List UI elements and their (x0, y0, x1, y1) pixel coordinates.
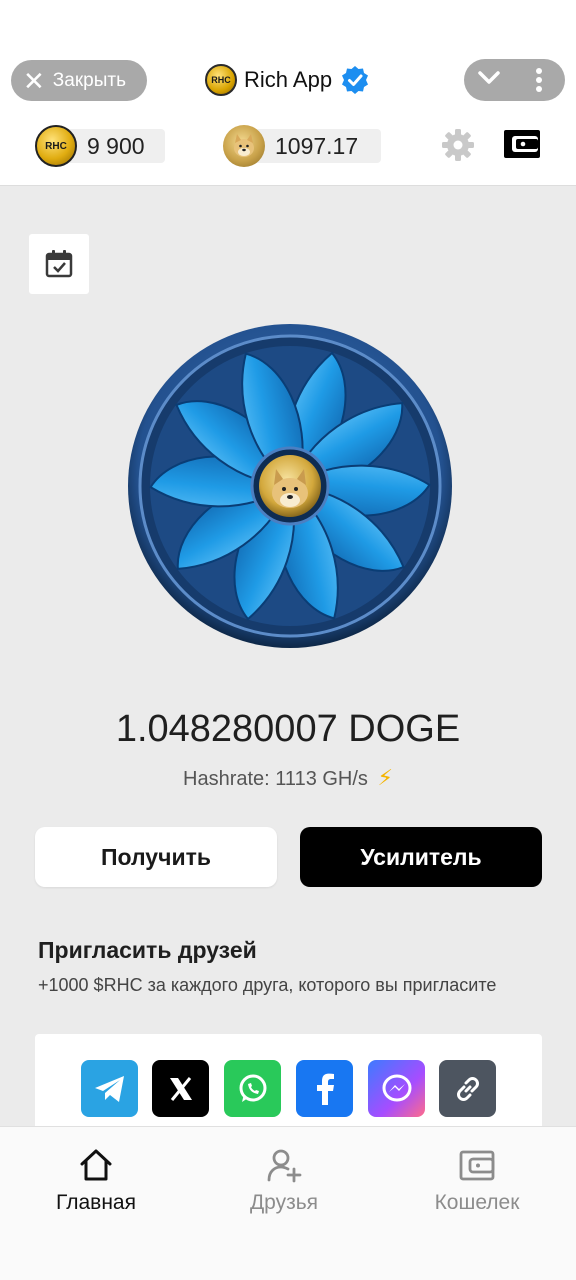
doge-coin-icon (223, 125, 265, 167)
menu-controls (464, 59, 565, 101)
wallet-icon[interactable] (503, 127, 541, 161)
doge-balance: 1097.17 (223, 125, 381, 167)
bottom-nav: Главная Друзья Кошелек (0, 1126, 576, 1280)
rhc-balance: RHC 9 900 (35, 125, 165, 167)
nav-item-wallet[interactable]: Кошелек (381, 1127, 573, 1247)
rhc-coin-icon: RHC (35, 125, 77, 167)
settings-gear-icon[interactable] (440, 127, 476, 163)
home-icon (80, 1149, 112, 1181)
nav-item-home[interactable]: Главная (0, 1127, 192, 1247)
hashrate: Hashrate: 1113 GH/s ⚡ (0, 765, 576, 791)
nav-label-friends: Друзья (249, 1191, 319, 1214)
share-card (35, 1034, 542, 1134)
x-share-icon[interactable] (152, 1060, 209, 1117)
add-friend-icon (267, 1149, 302, 1183)
boost-button[interactable]: Усилитель (300, 827, 542, 887)
calendar-check-icon (45, 250, 73, 278)
lightning-icon: ⚡ (377, 765, 393, 790)
invite-subtitle: +1000 $RHC за каждого друга, которого вы… (38, 975, 497, 995)
app-logo: RHC (205, 64, 237, 96)
invite-title: Пригласить друзей (38, 937, 257, 963)
mined-amount: 1.048280007 DOGE (115, 708, 461, 750)
app-title: RHC Rich App (205, 62, 370, 98)
facebook-share-icon[interactable] (296, 1060, 353, 1117)
close-icon: ✕ (23, 65, 45, 96)
nav-label-wallet: Кошелек (434, 1191, 520, 1214)
app-name: Rich App (244, 67, 333, 92)
claim-button[interactable]: Получить (35, 827, 277, 887)
nav-item-friends[interactable]: Друзья (188, 1127, 380, 1247)
whatsapp-share-icon[interactable] (224, 1060, 281, 1117)
nav-label-home: Главная (56, 1191, 136, 1214)
copy-link-icon[interactable] (439, 1060, 496, 1117)
verified-badge-icon (342, 66, 369, 94)
chevron-down-icon[interactable] (464, 70, 514, 91)
close-button[interactable]: ✕ Закрыть (11, 60, 147, 101)
doge-balance-value: 1097.17 (275, 133, 359, 159)
hashrate-text: Hashrate: 1113 GH/s (183, 768, 368, 790)
close-label: Закрыть (52, 69, 126, 91)
rhc-balance-value: 9 900 (87, 133, 145, 159)
top-bar: ✕ Закрыть RHC Rich App RHC 9 900 1097.17 (0, 0, 576, 186)
telegram-share-icon[interactable] (81, 1060, 138, 1117)
more-options-icon[interactable] (514, 67, 564, 93)
daily-calendar-button[interactable] (29, 234, 89, 294)
wallet-nav-icon (459, 1150, 495, 1181)
messenger-share-icon[interactable] (368, 1060, 425, 1117)
mining-fan-image[interactable] (127, 323, 453, 649)
